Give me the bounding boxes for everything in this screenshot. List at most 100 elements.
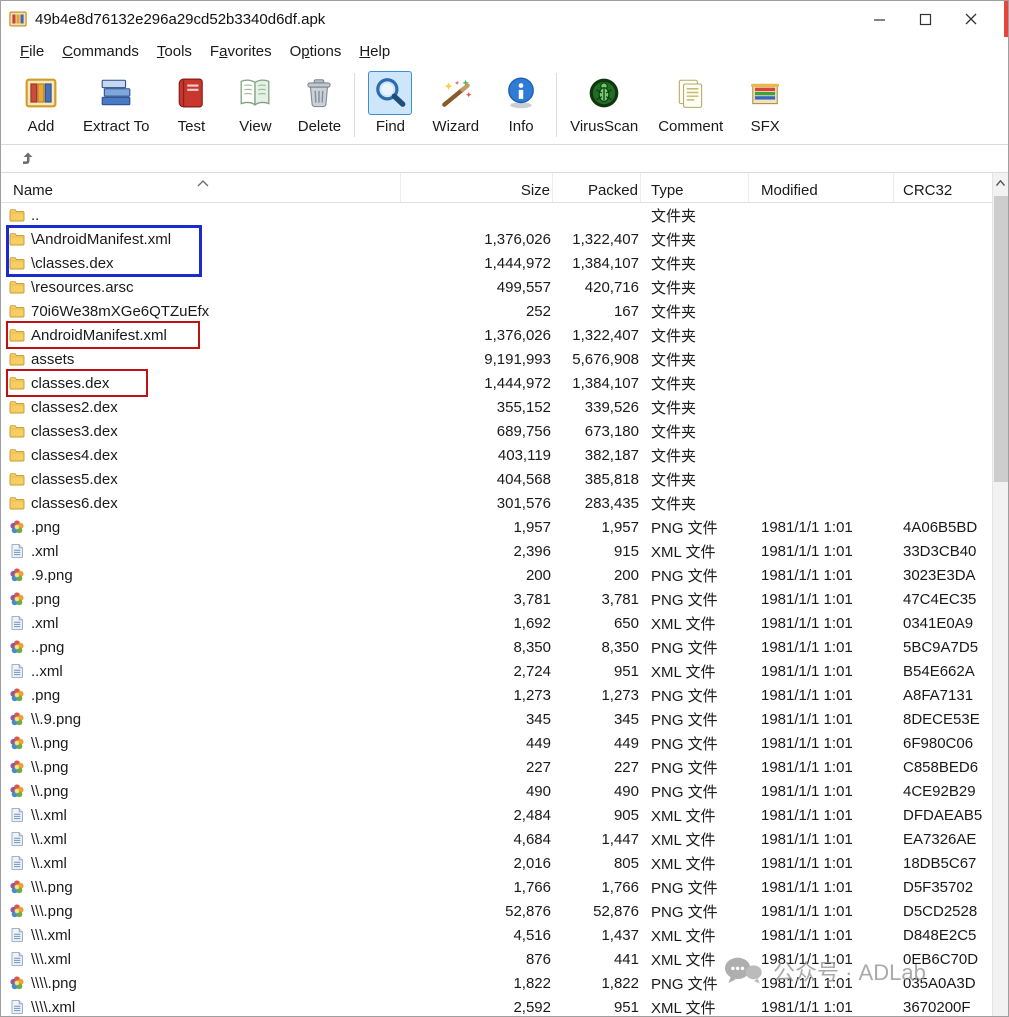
file-packed: 3,781	[553, 591, 641, 608]
file-type: XML 文件	[641, 541, 749, 562]
toolbar: Add Extract ToTestViewDeleteFindWizardInf…	[1, 65, 1008, 145]
column-header-modified[interactable]: Modified	[749, 173, 894, 202]
list-header: NameSizePackedTypeModifiedCRC32	[1, 173, 994, 203]
file-row[interactable]: \\\.png1,7661,766PNG 文件1981/1/1 1:01D5F3…	[1, 875, 994, 899]
menu-item-favorites[interactable]: Favorites	[201, 40, 281, 63]
file-row[interactable]: \\\.xml4,5161,437XML 文件1981/1/1 1:01D848…	[1, 923, 994, 947]
file-row[interactable]: \resources.arsc499,557420,716文件夹	[1, 275, 994, 299]
file-row[interactable]: \\.xml2,484905XML 文件1981/1/1 1:01DFDAEAB…	[1, 803, 994, 827]
toolbar-button-add[interactable]: Add	[9, 70, 73, 136]
maximize-button[interactable]	[902, 1, 948, 37]
file-row[interactable]: .xml1,692650XML 文件1981/1/1 1:010341E0A9	[1, 611, 994, 635]
file-name-cell: classes5.dex	[1, 471, 401, 488]
file-type: 文件夹	[641, 469, 749, 490]
vertical-scrollbar[interactable]	[992, 173, 1008, 1016]
file-name-cell: \AndroidManifest.xml	[1, 231, 401, 248]
minimize-button[interactable]	[856, 1, 902, 37]
toolbar-button-sfx[interactable]: SFX	[733, 70, 797, 136]
file-name: .png	[31, 687, 60, 704]
file-name-cell: classes4.dex	[1, 447, 401, 464]
file-row[interactable]: 70i6We38mXGe6QTZuEfx252167文件夹	[1, 299, 994, 323]
file-type: PNG 文件	[641, 973, 749, 994]
file-size: 1,957	[401, 519, 553, 536]
file-row[interactable]: .xml2,396915XML 文件1981/1/1 1:0133D3CB40	[1, 539, 994, 563]
file-name: ..png	[31, 639, 64, 656]
file-row[interactable]: .png1,9571,957PNG 文件1981/1/1 1:014A06B5B…	[1, 515, 994, 539]
file-name-cell: ..xml	[1, 663, 401, 680]
xml-icon	[9, 831, 25, 847]
file-row[interactable]: \\\\.png1,8221,822PNG 文件1981/1/1 1:01035…	[1, 971, 994, 995]
file-size: 2,016	[401, 855, 553, 872]
file-modified: 1981/1/1 1:01	[749, 807, 894, 824]
file-type: 文件夹	[641, 205, 749, 226]
file-row[interactable]: \\.png490490PNG 文件1981/1/1 1:014CE92B29	[1, 779, 994, 803]
file-row[interactable]: \\.xml4,6841,447XML 文件1981/1/1 1:01EA732…	[1, 827, 994, 851]
toolbar-button-comment[interactable]: Comment	[648, 70, 733, 136]
toolbar-button-label: Comment	[658, 118, 723, 135]
file-row[interactable]: ..png8,3508,350PNG 文件1981/1/1 1:015BC9A7…	[1, 635, 994, 659]
file-name: \\\.xml	[31, 927, 71, 944]
file-name: \resources.arsc	[31, 279, 134, 296]
toolbar-button-view[interactable]: View	[223, 70, 287, 136]
column-header-type[interactable]: Type	[641, 173, 749, 202]
menu-item-options[interactable]: Options	[281, 40, 351, 63]
file-row[interactable]: classes6.dex301,576283,435文件夹	[1, 491, 994, 515]
file-row[interactable]: \AndroidManifest.xml1,376,0261,322,407文件…	[1, 227, 994, 251]
file-name-cell: \\.9.png	[1, 711, 401, 728]
file-row[interactable]: \\.xml2,016805XML 文件1981/1/1 1:0118DB5C6…	[1, 851, 994, 875]
file-crc32: 3670200F	[894, 999, 994, 1016]
file-row[interactable]: assets9,191,9935,676,908文件夹	[1, 347, 994, 371]
file-row[interactable]: \\\\.xml2,592951XML 文件1981/1/1 1:0136702…	[1, 995, 994, 1017]
scrollbar-up-button[interactable]	[993, 173, 1008, 192]
close-button[interactable]	[948, 1, 994, 37]
file-modified: 1981/1/1 1:01	[749, 639, 894, 656]
column-header-size[interactable]: Size	[401, 173, 553, 202]
file-size: 449	[401, 735, 553, 752]
file-crc32: D848E2C5	[894, 927, 994, 944]
file-name: \\\.png	[31, 903, 73, 920]
scrollbar-thumb[interactable]	[994, 196, 1008, 482]
file-size: 2,592	[401, 999, 553, 1016]
file-row[interactable]: ..xml2,724951XML 文件1981/1/1 1:01B54E662A	[1, 659, 994, 683]
file-row[interactable]: \\.png227227PNG 文件1981/1/1 1:01C858BED6	[1, 755, 994, 779]
file-row[interactable]: AndroidManifest.xml1,376,0261,322,407文件夹	[1, 323, 994, 347]
file-row[interactable]: \\.png449449PNG 文件1981/1/1 1:016F980C06	[1, 731, 994, 755]
column-header-crc32[interactable]: CRC32	[894, 173, 994, 202]
up-one-level-button[interactable]	[15, 148, 41, 170]
toolbar-button-label: Add	[28, 118, 55, 135]
toolbar-button-test[interactable]: Test	[159, 70, 223, 136]
file-row[interactable]: classes3.dex689,756673,180文件夹	[1, 419, 994, 443]
menu-item-file[interactable]: File	[11, 40, 53, 63]
file-name: .png	[31, 519, 60, 536]
file-packed: 650	[553, 615, 641, 632]
file-row[interactable]: classes.dex1,444,9721,384,107文件夹	[1, 371, 994, 395]
file-row[interactable]: \classes.dex1,444,9721,384,107文件夹	[1, 251, 994, 275]
file-row[interactable]: classes2.dex355,152339,526文件夹	[1, 395, 994, 419]
file-row[interactable]: .9.png200200PNG 文件1981/1/1 1:013023E3DA	[1, 563, 994, 587]
file-row[interactable]: \\\.png52,87652,876PNG 文件1981/1/1 1:01D5…	[1, 899, 994, 923]
file-type: XML 文件	[641, 925, 749, 946]
toolbar-button-extract-to[interactable]: Extract To	[73, 70, 159, 136]
toolbar-button-wizard[interactable]: Wizard	[422, 70, 489, 136]
file-row[interactable]: .png1,2731,273PNG 文件1981/1/1 1:01A8FA713…	[1, 683, 994, 707]
file-row[interactable]: ..文件夹	[1, 203, 994, 227]
file-packed: 200	[553, 567, 641, 584]
menu-item-help[interactable]: Help	[350, 40, 399, 63]
column-header-packed[interactable]: Packed	[553, 173, 641, 202]
file-name: \\\.png	[31, 879, 73, 896]
file-row[interactable]: classes4.dex403,119382,187文件夹	[1, 443, 994, 467]
file-size: 52,876	[401, 903, 553, 920]
file-row[interactable]: \\.9.png345345PNG 文件1981/1/1 1:018DECE53…	[1, 707, 994, 731]
toolbar-button-delete[interactable]: Delete	[287, 70, 351, 136]
toolbar-button-label: SFX	[751, 118, 780, 135]
file-row[interactable]: .png3,7813,781PNG 文件1981/1/1 1:0147C4EC3…	[1, 587, 994, 611]
toolbar-button-virusscan[interactable]: VirusScan	[560, 70, 648, 136]
file-name-cell: .png	[1, 687, 401, 704]
file-type: PNG 文件	[641, 709, 749, 730]
file-row[interactable]: classes5.dex404,568385,818文件夹	[1, 467, 994, 491]
toolbar-button-find[interactable]: Find	[358, 70, 422, 136]
toolbar-button-info[interactable]: Info	[489, 70, 553, 136]
menu-item-commands[interactable]: Commands	[53, 40, 148, 63]
file-row[interactable]: \\\.xml876441XML 文件1981/1/1 1:010EB6C70D	[1, 947, 994, 971]
menu-item-tools[interactable]: Tools	[148, 40, 201, 63]
